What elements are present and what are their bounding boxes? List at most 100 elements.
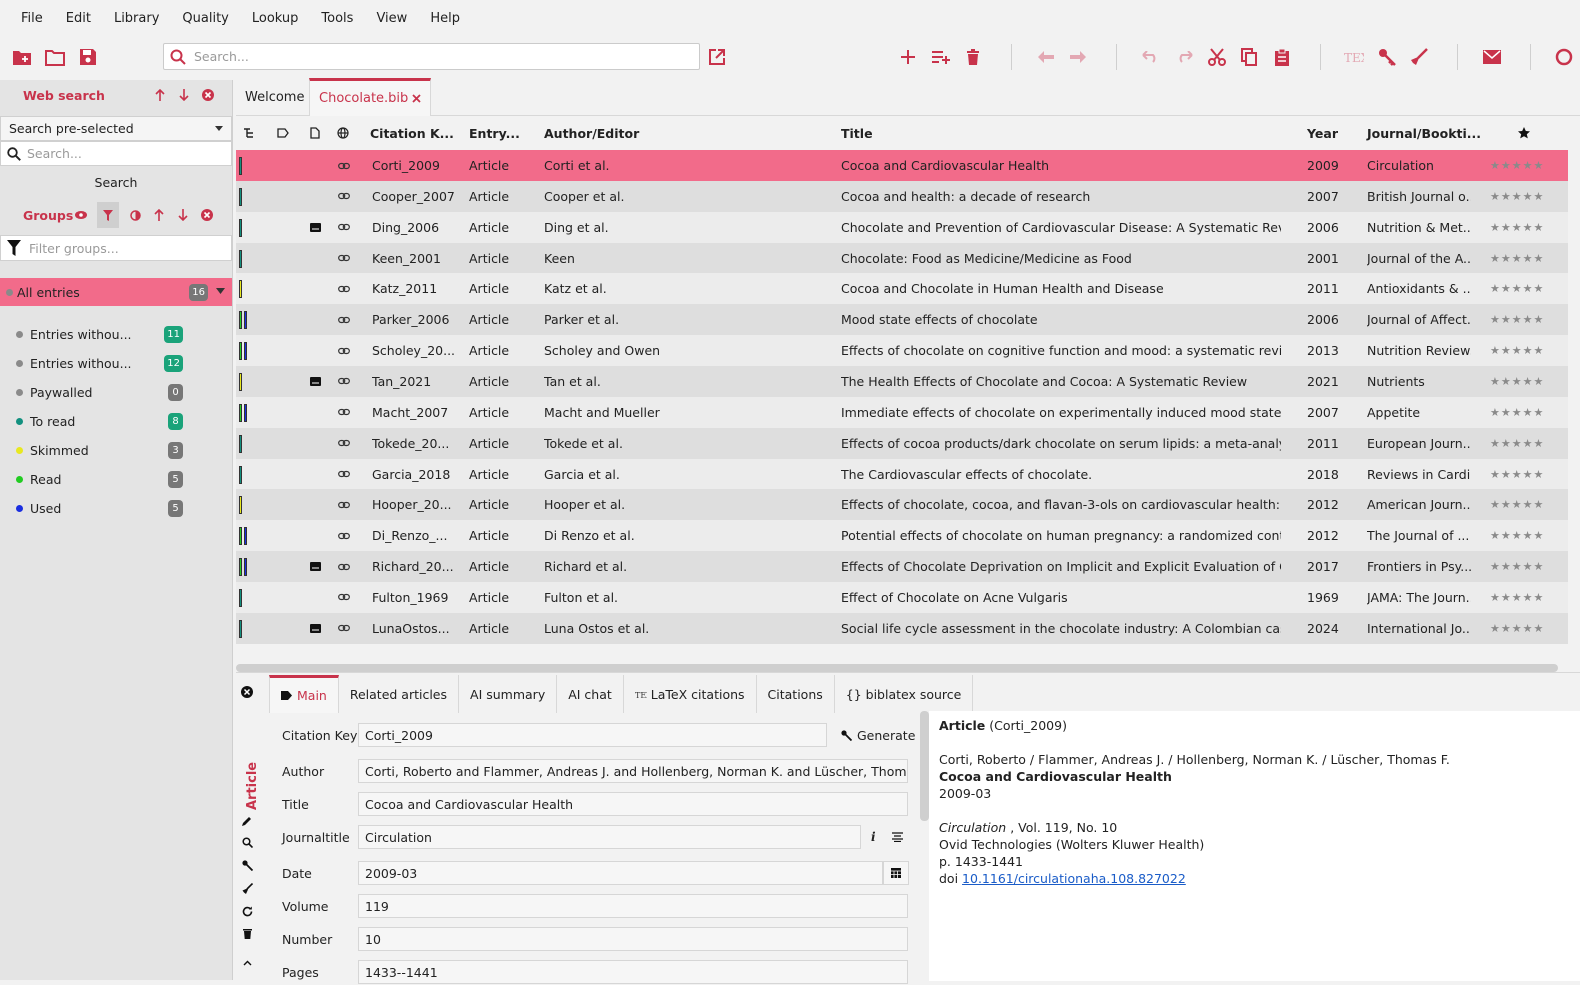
rating-stars[interactable]: ★★★★★ bbox=[1490, 582, 1544, 613]
forward-arrow-icon[interactable] bbox=[1067, 46, 1089, 68]
group-item[interactable]: To read 8 bbox=[0, 408, 232, 434]
star-column-icon[interactable] bbox=[1518, 116, 1530, 150]
rating-stars[interactable]: ★★★★★ bbox=[1490, 273, 1544, 304]
tab-citations[interactable]: Citations bbox=[757, 675, 835, 713]
menu-tools[interactable]: Tools bbox=[312, 11, 367, 26]
group-item[interactable]: Entries withou... 11 bbox=[0, 321, 232, 347]
close-circle-icon[interactable] bbox=[200, 87, 216, 103]
link-icon[interactable] bbox=[338, 212, 350, 243]
pages-input[interactable]: 1433--1441 bbox=[358, 960, 908, 984]
group-all-entries[interactable]: All entries 16 bbox=[0, 278, 232, 306]
column-citation-key[interactable]: Citation K... bbox=[370, 116, 454, 150]
chevron-up-icon[interactable] bbox=[240, 956, 254, 970]
rating-stars[interactable]: ★★★★★ bbox=[1490, 520, 1544, 551]
move-down-icon[interactable] bbox=[175, 207, 191, 223]
entry-type-label[interactable]: Article bbox=[236, 751, 269, 821]
table-row[interactable]: Garcia_2018 Article Garcia et al. The Cardi… bbox=[236, 458, 1568, 490]
table-row[interactable]: Tan_2021 Article Tan et al. The Health Effe… bbox=[236, 365, 1568, 397]
table-row[interactable]: Hooper_20... Article Hooper et al. Effects … bbox=[236, 489, 1568, 521]
table-row[interactable]: Richard_20... Article Richard et al. Effect… bbox=[236, 551, 1568, 583]
menu-help[interactable]: Help bbox=[421, 11, 474, 26]
menu-quality[interactable]: Quality bbox=[173, 11, 242, 26]
table-row[interactable]: Tokede_20... Article Tokede et al. Effects … bbox=[236, 427, 1568, 459]
link-icon[interactable] bbox=[338, 582, 350, 613]
search-preselect-dropdown[interactable]: Search pre-selected bbox=[0, 116, 232, 141]
eye-icon[interactable] bbox=[73, 207, 89, 223]
link-icon[interactable] bbox=[338, 489, 350, 520]
link-icon[interactable] bbox=[338, 520, 350, 551]
column-journal[interactable]: Journal/Bookti... bbox=[1367, 116, 1481, 150]
title-input[interactable]: Cocoa and Cardiovascular Health bbox=[358, 792, 908, 816]
github-icon[interactable] bbox=[1553, 46, 1575, 68]
refresh-icon[interactable] bbox=[240, 904, 254, 918]
rating-stars[interactable]: ★★★★★ bbox=[1490, 613, 1544, 644]
info-icon[interactable]: i bbox=[871, 830, 876, 844]
table-row[interactable]: Cooper_2007 Article Cooper et al. Cocoa and… bbox=[236, 180, 1568, 212]
link-icon[interactable] bbox=[338, 181, 350, 212]
group-item[interactable]: Paywalled 0 bbox=[0, 379, 232, 405]
link-icon[interactable] bbox=[338, 613, 350, 644]
menu-lookup[interactable]: Lookup bbox=[243, 11, 313, 26]
move-up-icon[interactable] bbox=[152, 87, 168, 103]
web-search-input[interactable]: Search... bbox=[0, 141, 232, 166]
rating-stars[interactable]: ★★★★★ bbox=[1490, 243, 1544, 274]
rating-stars[interactable]: ★★★★★ bbox=[1490, 181, 1544, 212]
link-icon[interactable] bbox=[338, 551, 350, 582]
menu-edit[interactable]: Edit bbox=[57, 11, 105, 26]
tex-icon[interactable]: TEX bbox=[1343, 46, 1365, 68]
cut-icon[interactable] bbox=[1206, 46, 1228, 68]
link-icon[interactable] bbox=[338, 428, 350, 459]
number-input[interactable]: 10 bbox=[358, 927, 908, 951]
cleanup-icon[interactable] bbox=[240, 881, 254, 895]
calendar-icon[interactable] bbox=[883, 861, 909, 885]
menu-view[interactable]: View bbox=[367, 11, 421, 26]
move-down-icon[interactable] bbox=[176, 87, 192, 103]
author-input[interactable]: Corti, Roberto and Flammer, Andreas J. a… bbox=[358, 759, 908, 783]
tab-welcome[interactable]: Welcome bbox=[236, 78, 313, 116]
editor-vertical-scrollbar[interactable] bbox=[920, 711, 929, 821]
column-title[interactable]: Title bbox=[841, 116, 873, 150]
link-icon[interactable] bbox=[338, 273, 350, 304]
open-external-icon[interactable] bbox=[706, 46, 728, 68]
redo-icon[interactable] bbox=[1173, 46, 1195, 68]
rating-stars[interactable]: ★★★★★ bbox=[1490, 366, 1544, 397]
link-icon[interactable] bbox=[338, 459, 350, 490]
link-icon[interactable] bbox=[338, 366, 350, 397]
align-icon[interactable] bbox=[891, 832, 903, 842]
rating-stars[interactable]: ★★★★★ bbox=[1490, 489, 1544, 520]
key-icon[interactable] bbox=[240, 858, 254, 872]
table-row[interactable]: Scholey_20... Article Scholey and Owen Effe… bbox=[236, 335, 1568, 367]
link-icon[interactable] bbox=[338, 243, 350, 274]
journaltitle-input[interactable]: Circulation bbox=[358, 825, 861, 849]
filter-groups-input[interactable]: Filter groups... bbox=[0, 235, 232, 261]
rating-stars[interactable]: ★★★★★ bbox=[1490, 304, 1544, 335]
tab-ai-chat[interactable]: AI chat bbox=[557, 675, 624, 713]
web-search-button[interactable]: Search bbox=[0, 170, 232, 194]
close-circle-icon[interactable] bbox=[199, 207, 215, 223]
rating-stars[interactable]: ★★★★★ bbox=[1490, 397, 1544, 428]
chevron-down-icon[interactable] bbox=[216, 288, 225, 294]
key-icon[interactable] bbox=[1376, 46, 1398, 68]
rating-stars[interactable]: ★★★★★ bbox=[1490, 212, 1544, 243]
menu-library[interactable]: Library bbox=[105, 11, 173, 26]
delete-icon[interactable] bbox=[240, 926, 254, 940]
doi-link[interactable]: 10.1161/circulationaha.108.827022 bbox=[962, 871, 1186, 886]
delete-icon[interactable] bbox=[962, 46, 984, 68]
link-icon[interactable] bbox=[338, 150, 350, 181]
column-entry-type[interactable]: Entry... bbox=[469, 116, 520, 150]
group-item[interactable]: Skimmed 3 bbox=[0, 437, 232, 463]
move-up-icon[interactable] bbox=[151, 207, 167, 223]
cleanup-icon[interactable] bbox=[1408, 46, 1430, 68]
table-row[interactable]: Parker_2006 Article Parker et al. Mood stat… bbox=[236, 304, 1568, 336]
pdf-file-icon[interactable] bbox=[310, 551, 321, 582]
tree-column-icon[interactable] bbox=[244, 116, 256, 150]
pdf-file-icon[interactable] bbox=[310, 366, 321, 397]
close-icon[interactable] bbox=[412, 94, 421, 103]
table-row[interactable]: Fulton_1969 Article Fulton et al. Effect of… bbox=[236, 581, 1568, 613]
group-item[interactable]: Used 5 bbox=[0, 495, 232, 521]
citation-key-input[interactable]: Corti_2009 bbox=[358, 723, 827, 747]
tab-biblatex-source[interactable]: {} biblatex source bbox=[835, 675, 974, 713]
pencil-icon[interactable] bbox=[240, 813, 254, 827]
filter-toggle-icon[interactable] bbox=[97, 202, 120, 228]
generate-button[interactable]: Generate bbox=[835, 723, 921, 747]
